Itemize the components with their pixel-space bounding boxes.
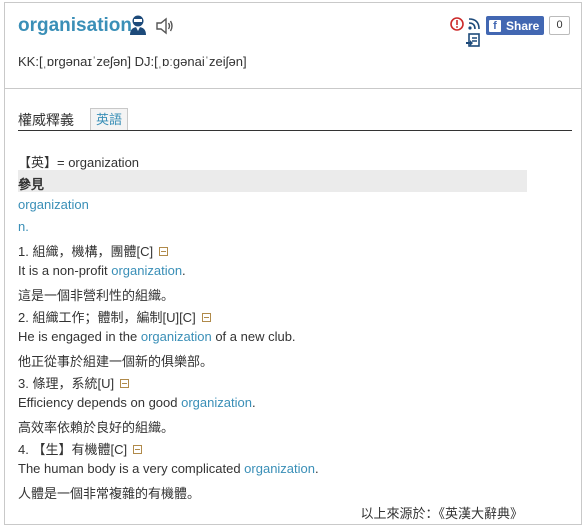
example-text: . — [251, 395, 256, 410]
example-sentence: It is a non-profit organization. — [18, 263, 186, 278]
sense-label-text: 3. 條理，系統[U] — [18, 376, 115, 391]
collapse-icon[interactable] — [120, 379, 130, 388]
see-also-link[interactable]: organization — [18, 197, 89, 212]
phonetic-transcription: KK:[ˌɒrgənaɪˈzeʃən] DJ:[ˌɒːgənaiˈzeiʃən] — [18, 54, 247, 69]
facebook-share-button[interactable]: f Share — [486, 16, 545, 35]
tab-underline — [18, 130, 572, 131]
example-translation: 他正從事於組建一個新的俱樂部。 — [18, 354, 214, 369]
english-definition: 【英】= organization — [18, 155, 140, 170]
sense-label: 2. 組織工作；體制，編制[U][C] — [18, 307, 211, 326]
example-text: He is engaged in the — [18, 329, 141, 344]
example-translation: 這是一個非營利性的組織。 — [18, 288, 175, 303]
collapse-icon[interactable] — [159, 247, 169, 256]
example-text: . — [182, 263, 186, 278]
example-text: It is a non-profit — [18, 263, 112, 278]
example-sentence: Efficiency depends on good organization. — [18, 395, 256, 410]
example-link[interactable]: organization — [244, 461, 315, 476]
rss-icon[interactable] — [467, 17, 481, 31]
example-link[interactable]: organization — [141, 329, 212, 344]
collapse-icon[interactable] — [201, 313, 211, 322]
share-label: Share — [506, 18, 540, 33]
headword: organisation — [18, 15, 133, 36]
speaker-icon[interactable] — [155, 17, 175, 35]
tab-english[interactable]: 英語 — [90, 108, 129, 130]
example-text: Efficiency depends on good — [18, 395, 182, 410]
example-translation: 高效率依賴於良好的組織。 — [18, 420, 175, 435]
sense-label: 3. 條理，系統[U] — [18, 373, 130, 392]
facebook-icon: f — [489, 19, 501, 32]
example-sentence: He is engaged in the organization of a n… — [18, 329, 296, 344]
sense-label-text: 2. 組織工作；體制，編制[U][C] — [18, 310, 196, 325]
example-link[interactable]: organization — [181, 395, 252, 410]
part-of-speech: n. — [18, 219, 29, 234]
example-sentence: The human body is a very complicated org… — [18, 461, 319, 476]
collapse-icon[interactable] — [133, 445, 143, 454]
example-text: The human body is a very complicated — [18, 461, 245, 476]
feed-icon[interactable] — [465, 32, 481, 48]
person-icon[interactable] — [128, 14, 148, 36]
see-also-bar — [18, 170, 527, 192]
sense-label-text: 4. 【生】有機體[C] — [18, 442, 128, 457]
see-also-label: 參見 — [18, 177, 45, 192]
sense-label-text: 1. 組織，機構，團體[C] — [18, 244, 154, 259]
example-link[interactable]: organization — [111, 263, 182, 278]
source-attribution: 以上來源於：《英漢大辭典》 — [360, 506, 523, 521]
share-count: 0 — [549, 16, 570, 35]
report-icon[interactable] — [450, 17, 464, 31]
header-divider — [4, 88, 582, 89]
example-text: of a new club. — [211, 329, 296, 344]
sense-label: 1. 組織，機構，團體[C] — [18, 241, 169, 260]
tab-authority[interactable]: 權威釋義 — [18, 110, 74, 130]
example-text: . — [315, 461, 319, 476]
example-translation: 人體是一個非常複雜的有機體。 — [18, 486, 201, 501]
sense-label: 4. 【生】有機體[C] — [18, 439, 143, 458]
